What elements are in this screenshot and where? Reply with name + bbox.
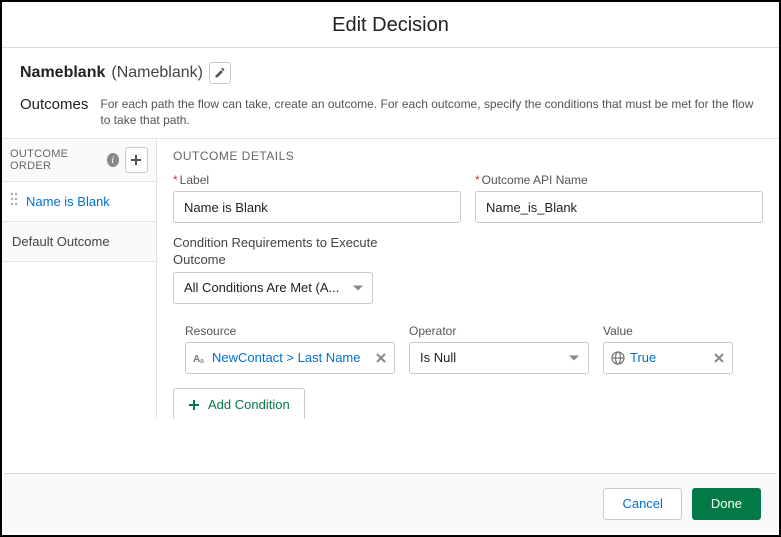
value-label: Value (603, 324, 733, 338)
label-field: *Label (173, 173, 461, 223)
resource-label: Resource (185, 324, 395, 338)
resource-input[interactable]: Aa NewContact > Last Name (185, 342, 395, 374)
outcome-details-heading: OUTCOME DETAILS (173, 149, 763, 163)
value-input[interactable]: True (603, 342, 733, 374)
condition-requirements-select[interactable]: All Conditions Are Met (A... (173, 272, 373, 304)
decision-api-name: (Nameblank) (111, 64, 203, 82)
api-name-field-label: *Outcome API Name (475, 173, 763, 187)
body-region: OUTCOME ORDER i Name is Blank Default Ou… (2, 138, 779, 419)
outcomes-description-row: Outcomes For each path the flow can take… (2, 92, 779, 138)
outcome-item[interactable]: Name is Blank (2, 182, 156, 222)
cancel-button[interactable]: Cancel (603, 488, 681, 520)
label-api-row: *Label *Outcome API Name (173, 173, 763, 223)
api-name-field: *Outcome API Name (475, 173, 763, 223)
condition-row: Resource Aa NewContact > Last Name Opera… (173, 324, 763, 374)
done-button[interactable]: Done (692, 488, 761, 520)
api-name-input[interactable] (475, 191, 763, 223)
default-outcome-item[interactable]: Default Outcome (2, 222, 156, 262)
operator-select[interactable]: Is Null (409, 342, 589, 374)
outcomes-desc: For each path the flow can take, create … (100, 96, 761, 128)
operator-label: Operator (409, 324, 589, 338)
clear-value-button[interactable] (712, 351, 726, 365)
plus-icon (188, 399, 200, 411)
close-icon (714, 353, 724, 363)
plus-icon (130, 154, 142, 166)
outcome-order-label: OUTCOME ORDER (10, 148, 101, 172)
modal-title: Edit Decision (2, 14, 779, 37)
outcome-sidebar: OUTCOME ORDER i Name is Blank Default Ou… (2, 139, 157, 419)
outcome-details-panel: OUTCOME DETAILS *Label *Outcome API Name… (157, 139, 779, 419)
modal-header: Edit Decision (2, 2, 779, 48)
add-outcome-button[interactable] (125, 147, 148, 173)
value-column: Value True (603, 324, 733, 374)
outcomes-label: Outcomes (20, 96, 88, 113)
global-constant-icon (610, 350, 626, 366)
condition-requirements-label: Condition Requirements to Execute Outcom… (173, 235, 393, 268)
label-field-label: *Label (173, 173, 461, 187)
default-outcome-label: Default Outcome (12, 234, 110, 249)
add-condition-button[interactable]: Add Condition (173, 388, 305, 420)
operator-column: Operator Is Null (409, 324, 589, 374)
modal-footer: Cancel Done (4, 473, 777, 533)
condition-requirements-value: All Conditions Are Met (A... (184, 280, 339, 295)
outcome-item-label: Name is Blank (26, 194, 110, 210)
add-condition-label: Add Condition (208, 397, 290, 412)
close-icon (376, 353, 386, 363)
resource-column: Resource Aa NewContact > Last Name (185, 324, 395, 374)
operator-value: Is Null (420, 350, 456, 365)
clear-resource-button[interactable] (374, 351, 388, 365)
svg-text:a: a (200, 358, 204, 365)
info-icon[interactable]: i (107, 153, 119, 167)
drag-handle-icon[interactable] (10, 192, 18, 211)
label-input[interactable] (173, 191, 461, 223)
value-value: True (630, 350, 708, 365)
outcome-order-header: OUTCOME ORDER i (2, 139, 156, 182)
resource-value: NewContact > Last Name (212, 350, 370, 365)
edit-name-button[interactable] (209, 62, 231, 84)
decision-label: Nameblank (20, 64, 105, 82)
pencil-icon (214, 67, 226, 79)
decision-name-row: Nameblank (Nameblank) (2, 48, 779, 92)
text-resource-icon: Aa (192, 350, 208, 366)
